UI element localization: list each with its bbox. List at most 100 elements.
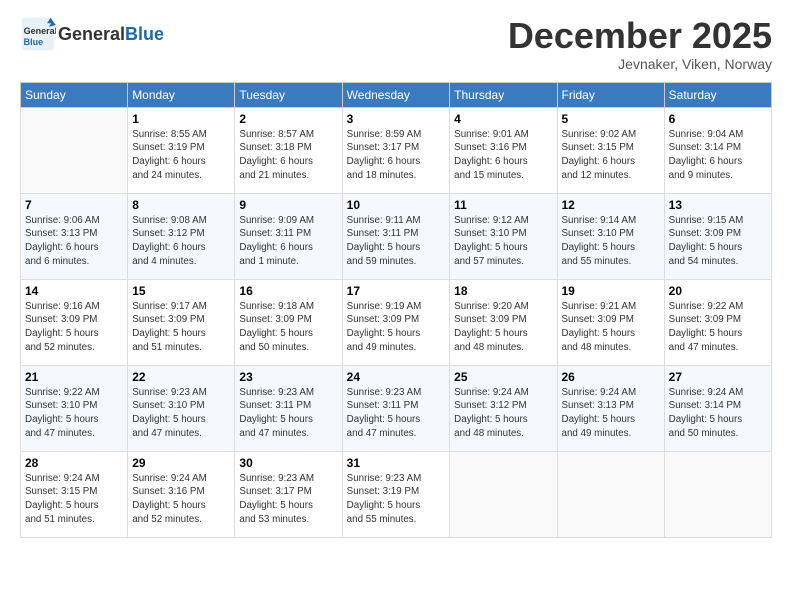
day-info: Sunrise: 9:24 AMSunset: 3:15 PMDaylight:… — [25, 472, 123, 527]
day-number: 25 — [454, 370, 552, 384]
day-number: 12 — [562, 198, 660, 212]
calendar-cell: 12 Sunrise: 9:14 AMSunset: 3:10 PMDayligh… — [557, 193, 664, 279]
day-number: 1 — [132, 112, 230, 126]
location-subtitle: Jevnaker, Viken, Norway — [508, 56, 772, 72]
calendar-cell: 26 Sunrise: 9:24 AMSunset: 3:13 PMDayligh… — [557, 365, 664, 451]
calendar-cell: 5 Sunrise: 9:02 AMSunset: 3:15 PMDaylight… — [557, 107, 664, 193]
calendar-cell — [557, 451, 664, 537]
calendar-week-4: 21 Sunrise: 9:22 AMSunset: 3:10 PMDayligh… — [21, 365, 772, 451]
day-info: Sunrise: 9:23 AMSunset: 3:17 PMDaylight:… — [239, 472, 337, 527]
month-title: December 2025 — [508, 16, 772, 56]
day-number: 5 — [562, 112, 660, 126]
calendar-week-2: 7Sunrise: 9:06 AMSunset: 3:13 PMDaylight… — [21, 193, 772, 279]
day-number: 22 — [132, 370, 230, 384]
calendar-cell: 3 Sunrise: 8:59 AMSunset: 3:17 PMDaylight… — [342, 107, 450, 193]
calendar-cell: 8 Sunrise: 9:08 AMSunset: 3:12 PMDaylight… — [128, 193, 235, 279]
calendar-cell: 30Sunrise: 9:23 AMSunset: 3:17 PMDayligh… — [235, 451, 342, 537]
calendar-cell — [450, 451, 557, 537]
day-info: Sunrise: 9:14 AMSunset: 3:10 PMDaylight:… — [562, 214, 660, 269]
day-number: 21 — [25, 370, 123, 384]
day-number: 28 — [25, 456, 123, 470]
day-info: Sunrise: 9:23 AMSunset: 3:11 PMDaylight:… — [239, 386, 337, 441]
day-info: Sunrise: 9:24 AMSunset: 3:13 PMDaylight:… — [562, 386, 660, 441]
day-info: Sunrise: 9:11 AMSunset: 3:11 PMDaylight:… — [347, 214, 446, 269]
title-block: December 2025 Jevnaker, Viken, Norway — [508, 16, 772, 72]
logo-icon: General Blue — [20, 16, 56, 52]
weekday-thursday: Thursday — [450, 82, 557, 107]
calendar-cell — [664, 451, 771, 537]
day-info: Sunrise: 9:23 AMSunset: 3:10 PMDaylight:… — [132, 386, 230, 441]
logo-blue-text: Blue — [125, 24, 164, 44]
calendar-cell: 11Sunrise: 9:12 AMSunset: 3:10 PMDayligh… — [450, 193, 557, 279]
weekday-monday: Monday — [128, 82, 235, 107]
day-number: 15 — [132, 284, 230, 298]
day-info: Sunrise: 9:15 AMSunset: 3:09 PMDaylight:… — [669, 214, 767, 269]
day-number: 13 — [669, 198, 767, 212]
day-number: 8 — [132, 198, 230, 212]
day-number: 16 — [239, 284, 337, 298]
day-number: 20 — [669, 284, 767, 298]
day-number: 24 — [347, 370, 446, 384]
calendar-cell: 16Sunrise: 9:18 AMSunset: 3:09 PMDayligh… — [235, 279, 342, 365]
day-info: Sunrise: 9:12 AMSunset: 3:10 PMDaylight:… — [454, 214, 552, 269]
calendar-cell: 20 Sunrise: 9:22 AMSunset: 3:09 PMDayligh… — [664, 279, 771, 365]
day-number: 31 — [347, 456, 446, 470]
day-info: Sunrise: 8:57 AMSunset: 3:18 PMDaylight:… — [239, 128, 337, 183]
calendar-cell: 23 Sunrise: 9:23 AMSunset: 3:11 PMDayligh… — [235, 365, 342, 451]
logo: General Blue GeneralBlue — [20, 16, 164, 52]
calendar-cell: 21 Sunrise: 9:22 AMSunset: 3:10 PMDayligh… — [21, 365, 128, 451]
weekday-wednesday: Wednesday — [342, 82, 450, 107]
weekday-sunday: Sunday — [21, 82, 128, 107]
calendar-week-1: 1Sunrise: 8:55 AMSunset: 3:19 PMDaylight… — [21, 107, 772, 193]
day-info: Sunrise: 9:09 AMSunset: 3:11 PMDaylight:… — [239, 214, 337, 269]
day-info: Sunrise: 9:17 AMSunset: 3:09 PMDaylight:… — [132, 300, 230, 355]
day-number: 2 — [239, 112, 337, 126]
weekday-saturday: Saturday — [664, 82, 771, 107]
calendar-cell: 25 Sunrise: 9:24 AMSunset: 3:12 PMDayligh… — [450, 365, 557, 451]
calendar-cell: 14 Sunrise: 9:16 AMSunset: 3:09 PMDayligh… — [21, 279, 128, 365]
day-info: Sunrise: 9:22 AMSunset: 3:10 PMDaylight:… — [25, 386, 123, 441]
day-number: 19 — [562, 284, 660, 298]
weekday-friday: Friday — [557, 82, 664, 107]
logo-general-text: General — [58, 24, 125, 44]
calendar-cell: 22 Sunrise: 9:23 AMSunset: 3:10 PMDayligh… — [128, 365, 235, 451]
calendar-cell: 1Sunrise: 8:55 AMSunset: 3:19 PMDaylight… — [128, 107, 235, 193]
calendar-cell: 29 Sunrise: 9:24 AMSunset: 3:16 PMDayligh… — [128, 451, 235, 537]
calendar-cell: 13 Sunrise: 9:15 AMSunset: 3:09 PMDayligh… — [664, 193, 771, 279]
day-number: 17 — [347, 284, 446, 298]
day-info: Sunrise: 9:02 AMSunset: 3:15 PMDaylight:… — [562, 128, 660, 183]
day-number: 4 — [454, 112, 552, 126]
day-number: 27 — [669, 370, 767, 384]
calendar-cell: 9 Sunrise: 9:09 AMSunset: 3:11 PMDaylight… — [235, 193, 342, 279]
calendar-cell: 24 Sunrise: 9:23 AMSunset: 3:11 PMDayligh… — [342, 365, 450, 451]
calendar-cell: 28 Sunrise: 9:24 AMSunset: 3:15 PMDayligh… — [21, 451, 128, 537]
day-number: 9 — [239, 198, 337, 212]
day-info: Sunrise: 8:59 AMSunset: 3:17 PMDaylight:… — [347, 128, 446, 183]
header: General Blue GeneralBlue December 2025 J… — [20, 16, 772, 72]
calendar-table: SundayMondayTuesdayWednesdayThursdayFrid… — [20, 82, 772, 538]
day-number: 3 — [347, 112, 446, 126]
day-info: Sunrise: 9:20 AMSunset: 3:09 PMDaylight:… — [454, 300, 552, 355]
calendar-cell: 27Sunrise: 9:24 AMSunset: 3:14 PMDayligh… — [664, 365, 771, 451]
day-number: 6 — [669, 112, 767, 126]
day-info: Sunrise: 9:24 AMSunset: 3:12 PMDaylight:… — [454, 386, 552, 441]
day-number: 29 — [132, 456, 230, 470]
day-info: Sunrise: 9:08 AMSunset: 3:12 PMDaylight:… — [132, 214, 230, 269]
weekday-tuesday: Tuesday — [235, 82, 342, 107]
day-number: 23 — [239, 370, 337, 384]
calendar-cell: 2 Sunrise: 8:57 AMSunset: 3:18 PMDaylight… — [235, 107, 342, 193]
day-number: 26 — [562, 370, 660, 384]
day-number: 14 — [25, 284, 123, 298]
day-info: Sunrise: 9:16 AMSunset: 3:09 PMDaylight:… — [25, 300, 123, 355]
calendar-cell: 17Sunrise: 9:19 AMSunset: 3:09 PMDayligh… — [342, 279, 450, 365]
day-info: Sunrise: 9:24 AMSunset: 3:16 PMDaylight:… — [132, 472, 230, 527]
day-info: Sunrise: 9:23 AMSunset: 3:11 PMDaylight:… — [347, 386, 446, 441]
day-info: Sunrise: 9:23 AMSunset: 3:19 PMDaylight:… — [347, 472, 446, 527]
calendar-week-3: 14 Sunrise: 9:16 AMSunset: 3:09 PMDayligh… — [21, 279, 772, 365]
day-number: 18 — [454, 284, 552, 298]
calendar-week-5: 28 Sunrise: 9:24 AMSunset: 3:15 PMDayligh… — [21, 451, 772, 537]
svg-text:General: General — [24, 26, 56, 36]
day-info: Sunrise: 9:22 AMSunset: 3:09 PMDaylight:… — [669, 300, 767, 355]
calendar-cell: 6Sunrise: 9:04 AMSunset: 3:14 PMDaylight… — [664, 107, 771, 193]
calendar-cell: 18 Sunrise: 9:20 AMSunset: 3:09 PMDayligh… — [450, 279, 557, 365]
